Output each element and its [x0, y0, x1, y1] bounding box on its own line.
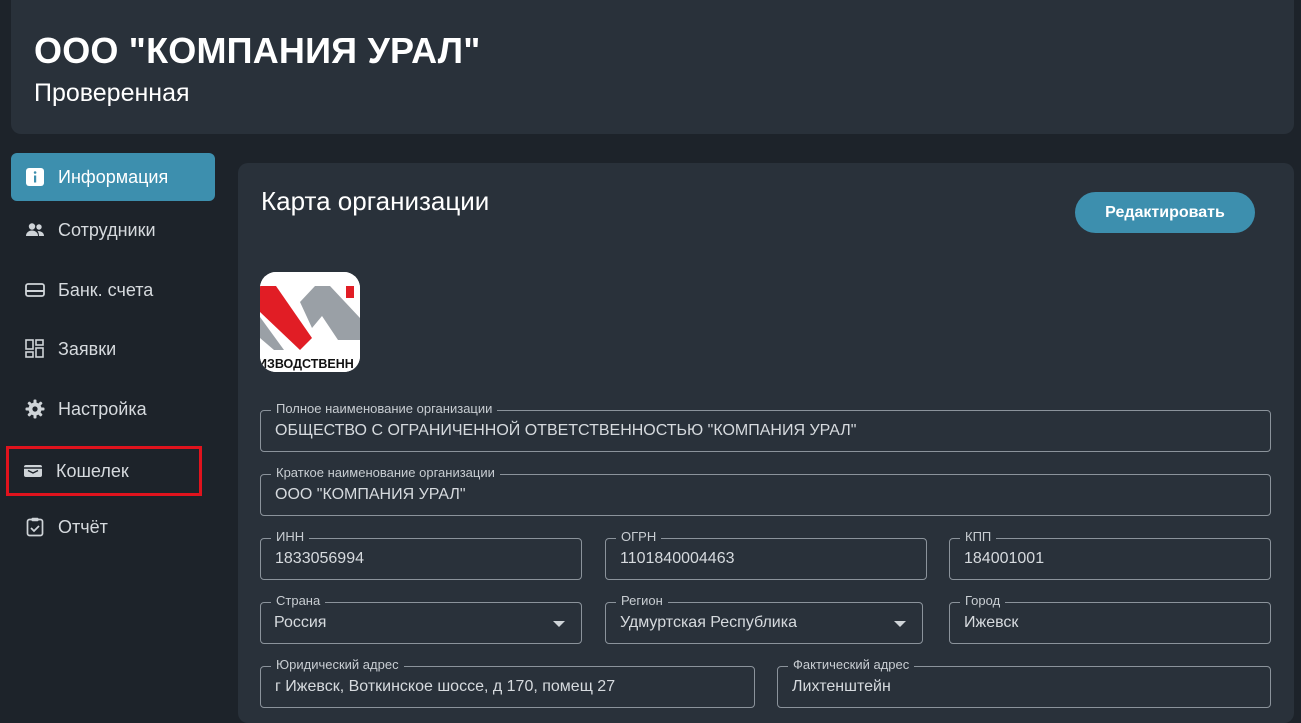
sidebar-item-label: Сотрудники [58, 219, 156, 240]
sidebar-item-label: Кошелек [56, 460, 129, 481]
inn-field[interactable]: ИНН 1833056994 [260, 529, 582, 580]
wallet-icon [23, 461, 43, 481]
sidebar-item-employees[interactable]: Сотрудники [11, 206, 215, 254]
field-label: ОГРН [616, 529, 662, 545]
caret-down-icon[interactable] [894, 621, 906, 627]
sidebar-item-info[interactable]: Информация [11, 153, 215, 201]
region-select[interactable]: Регион Удмуртская Республика [605, 593, 923, 644]
field-label: Фактический адрес [788, 657, 915, 673]
field-label: Краткое наименование организации [271, 465, 500, 481]
field-value: ООО "КОМПАНИЯ УРАЛ" [275, 486, 466, 503]
field-value: Лихтенштейн [792, 678, 891, 695]
sidebar-item-label: Настройка [58, 398, 147, 419]
org-card-panel: Карта организации Редактировать ИЗВОДСТВ… [238, 163, 1294, 723]
org-status: Проверенная [34, 79, 190, 107]
field-value: ОБЩЕСТВО С ОГРАНИЧЕННОЙ ОТВЕТСТВЕННОСТЬЮ… [275, 422, 857, 439]
org-title: ООО "КОМПАНИЯ УРАЛ" [34, 30, 481, 71]
company-logo: ИЗВОДСТВЕНН [260, 272, 360, 372]
short-name-field[interactable]: Краткое наименование организации ООО "КО… [260, 465, 1271, 516]
field-label: Полное наименование организации [271, 401, 498, 417]
clipboard-icon [25, 517, 45, 537]
field-value: Ижевск [964, 614, 1019, 631]
field-label: ИНН [271, 529, 310, 545]
field-value: г Ижевск, Воткинское шоссе, д 170, помещ… [275, 678, 616, 695]
sidebar-item-settings[interactable]: Настройка [11, 385, 215, 433]
sidebar-item-bank-accounts[interactable]: Банк. счета [11, 266, 215, 314]
full-name-field[interactable]: Полное наименование организации ОБЩЕСТВО… [260, 401, 1271, 452]
field-label: Регион [616, 593, 668, 609]
country-select[interactable]: Страна Россия [260, 593, 582, 644]
org-header: ООО "КОМПАНИЯ УРАЛ" Проверенная [11, 0, 1294, 134]
gear-icon [25, 399, 45, 419]
sidebar-item-report[interactable]: Отчёт [11, 503, 215, 551]
legal-address-field[interactable]: Юридический адрес г Ижевск, Воткинское ш… [260, 657, 755, 708]
kpp-field[interactable]: КПП 184001001 [949, 529, 1271, 580]
field-label: КПП [960, 529, 997, 545]
city-field[interactable]: Город Ижевск [949, 593, 1271, 644]
actual-address-field[interactable]: Фактический адрес Лихтенштейн [777, 657, 1271, 708]
field-value: 1101840004463 [620, 550, 735, 567]
sidebar-item-label: Отчёт [58, 516, 108, 537]
people-icon [25, 220, 45, 240]
field-value: Россия [274, 614, 327, 631]
info-icon [25, 167, 45, 187]
caret-down-icon[interactable] [553, 621, 565, 627]
edit-button[interactable]: Редактировать [1075, 192, 1255, 233]
field-label: Город [960, 593, 1006, 609]
sidebar-item-requests[interactable]: Заявки [11, 325, 215, 373]
field-value: 1833056994 [275, 550, 364, 567]
sidebar-item-label: Банк. счета [58, 279, 154, 300]
card-icon [25, 280, 45, 300]
sidebar-item-label: Информация [58, 166, 169, 187]
sidebar-item-label: Заявки [58, 338, 117, 359]
svg-text:ИЗВОДСТВЕНН: ИЗВОДСТВЕНН [260, 357, 354, 371]
field-value: Удмуртская Республика [620, 614, 797, 631]
panel-title: Карта организации [261, 186, 490, 216]
field-value: 184001001 [964, 550, 1045, 567]
ogrn-field[interactable]: ОГРН 1101840004463 [605, 529, 927, 580]
grid-icon [25, 339, 45, 359]
sidebar-item-wallet[interactable]: Кошелек [6, 446, 202, 496]
field-label: Страна [271, 593, 326, 609]
field-label: Юридический адрес [271, 657, 404, 673]
